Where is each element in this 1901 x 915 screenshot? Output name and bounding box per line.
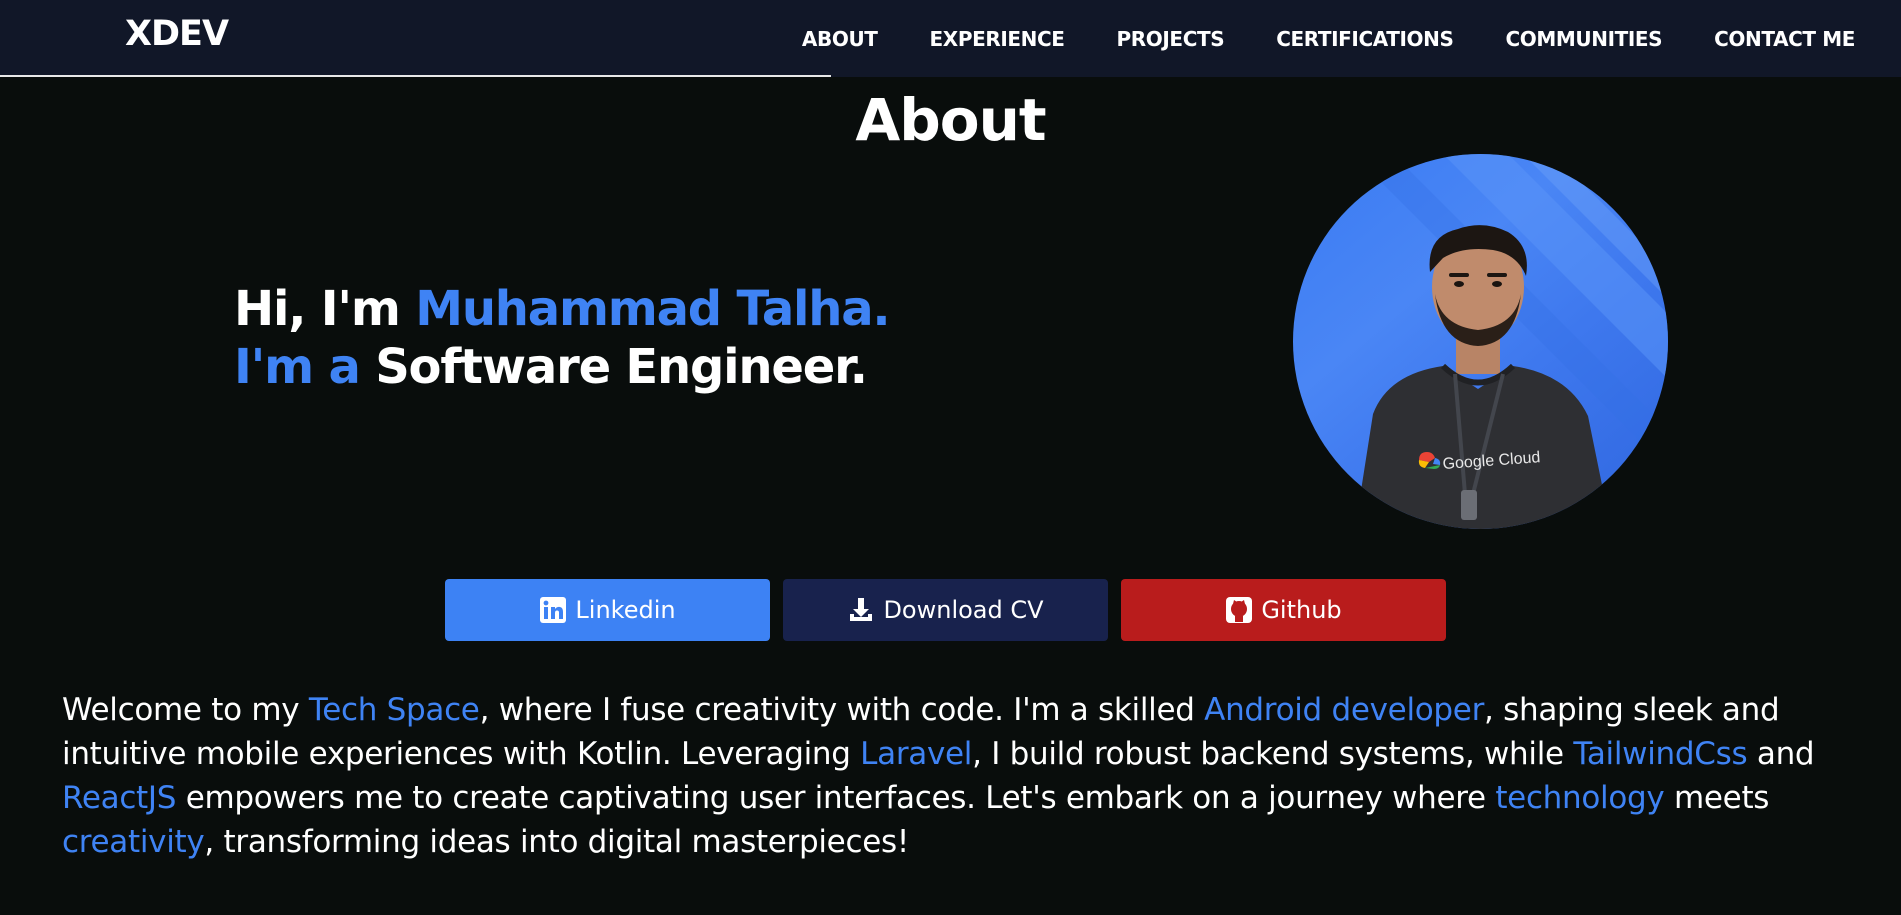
nav-link-about[interactable]: ABOUT <box>802 27 878 51</box>
bio-text: , I build robust backend systems, while <box>972 736 1574 772</box>
hero-line-1: Hi, I'm Muhammad Talha. <box>234 280 891 338</box>
github-button[interactable]: Github <box>1121 579 1446 641</box>
nav-underline-divider <box>0 75 831 77</box>
bio-text: , transforming ideas into digital master… <box>204 824 909 860</box>
action-buttons: Linkedin Download CV Github <box>445 579 1446 641</box>
hero-line-2: I'm a Software Engineer. <box>234 338 889 396</box>
download-cv-button[interactable]: Download CV <box>783 579 1108 641</box>
navbar: XDEV ABOUT EXPERIENCE PROJECTS CERTIFICA… <box>0 0 1901 77</box>
hero-role: Software Engineer. <box>375 339 868 395</box>
github-button-label: Github <box>1261 596 1342 624</box>
bio-text: and <box>1747 736 1815 772</box>
github-icon <box>1225 596 1253 624</box>
section-title: About <box>855 86 1046 154</box>
hero-greeting: Hi, I'm <box>234 281 416 337</box>
bio-highlight-creativity: creativity <box>62 824 205 860</box>
linkedin-icon <box>539 596 567 624</box>
nav-link-contact[interactable]: CONTACT ME <box>1714 27 1855 51</box>
linkedin-button-label: Linkedin <box>575 596 676 624</box>
hero-name: Muhammad Talha. <box>415 281 890 337</box>
bio-paragraph: Welcome to my Tech Space, where I fuse c… <box>62 688 1852 864</box>
hero-headline: Hi, I'm Muhammad Talha. I'm a Software E… <box>234 280 891 396</box>
bio-text: empowers me to create captivating user i… <box>176 780 1496 816</box>
bio-highlight-laravel: Laravel <box>860 736 973 772</box>
download-icon <box>847 596 875 624</box>
bio-highlight-android: Android developer <box>1204 692 1485 728</box>
nav-link-projects[interactable]: PROJECTS <box>1117 27 1225 51</box>
download-cv-button-label: Download CV <box>883 596 1044 624</box>
nav-link-experience[interactable]: EXPERIENCE <box>930 27 1065 51</box>
profile-photo-illustration: Google Cloud <box>1353 154 1668 529</box>
bio-highlight-reactjs: ReactJS <box>62 780 177 816</box>
nav-links: ABOUT EXPERIENCE PROJECTS CERTIFICATIONS… <box>802 27 1855 51</box>
profile-photo: Google Cloud <box>1293 154 1668 529</box>
nav-link-communities[interactable]: COMMUNITIES <box>1506 27 1663 51</box>
brand-logo[interactable]: XDEV <box>125 14 229 54</box>
bio-text: meets <box>1664 780 1770 816</box>
hero-role-prefix: I'm a <box>234 339 376 395</box>
bio-text: Welcome to my <box>62 692 309 728</box>
bio-highlight-tech-space: Tech Space <box>308 692 480 728</box>
nav-link-certifications[interactable]: CERTIFICATIONS <box>1276 27 1454 51</box>
bio-text: , where I fuse creativity with code. I'm… <box>479 692 1205 728</box>
bio-highlight-technology: technology <box>1495 780 1665 816</box>
linkedin-button[interactable]: Linkedin <box>445 579 770 641</box>
bio-highlight-tailwindcss: TailwindCss <box>1573 736 1748 772</box>
